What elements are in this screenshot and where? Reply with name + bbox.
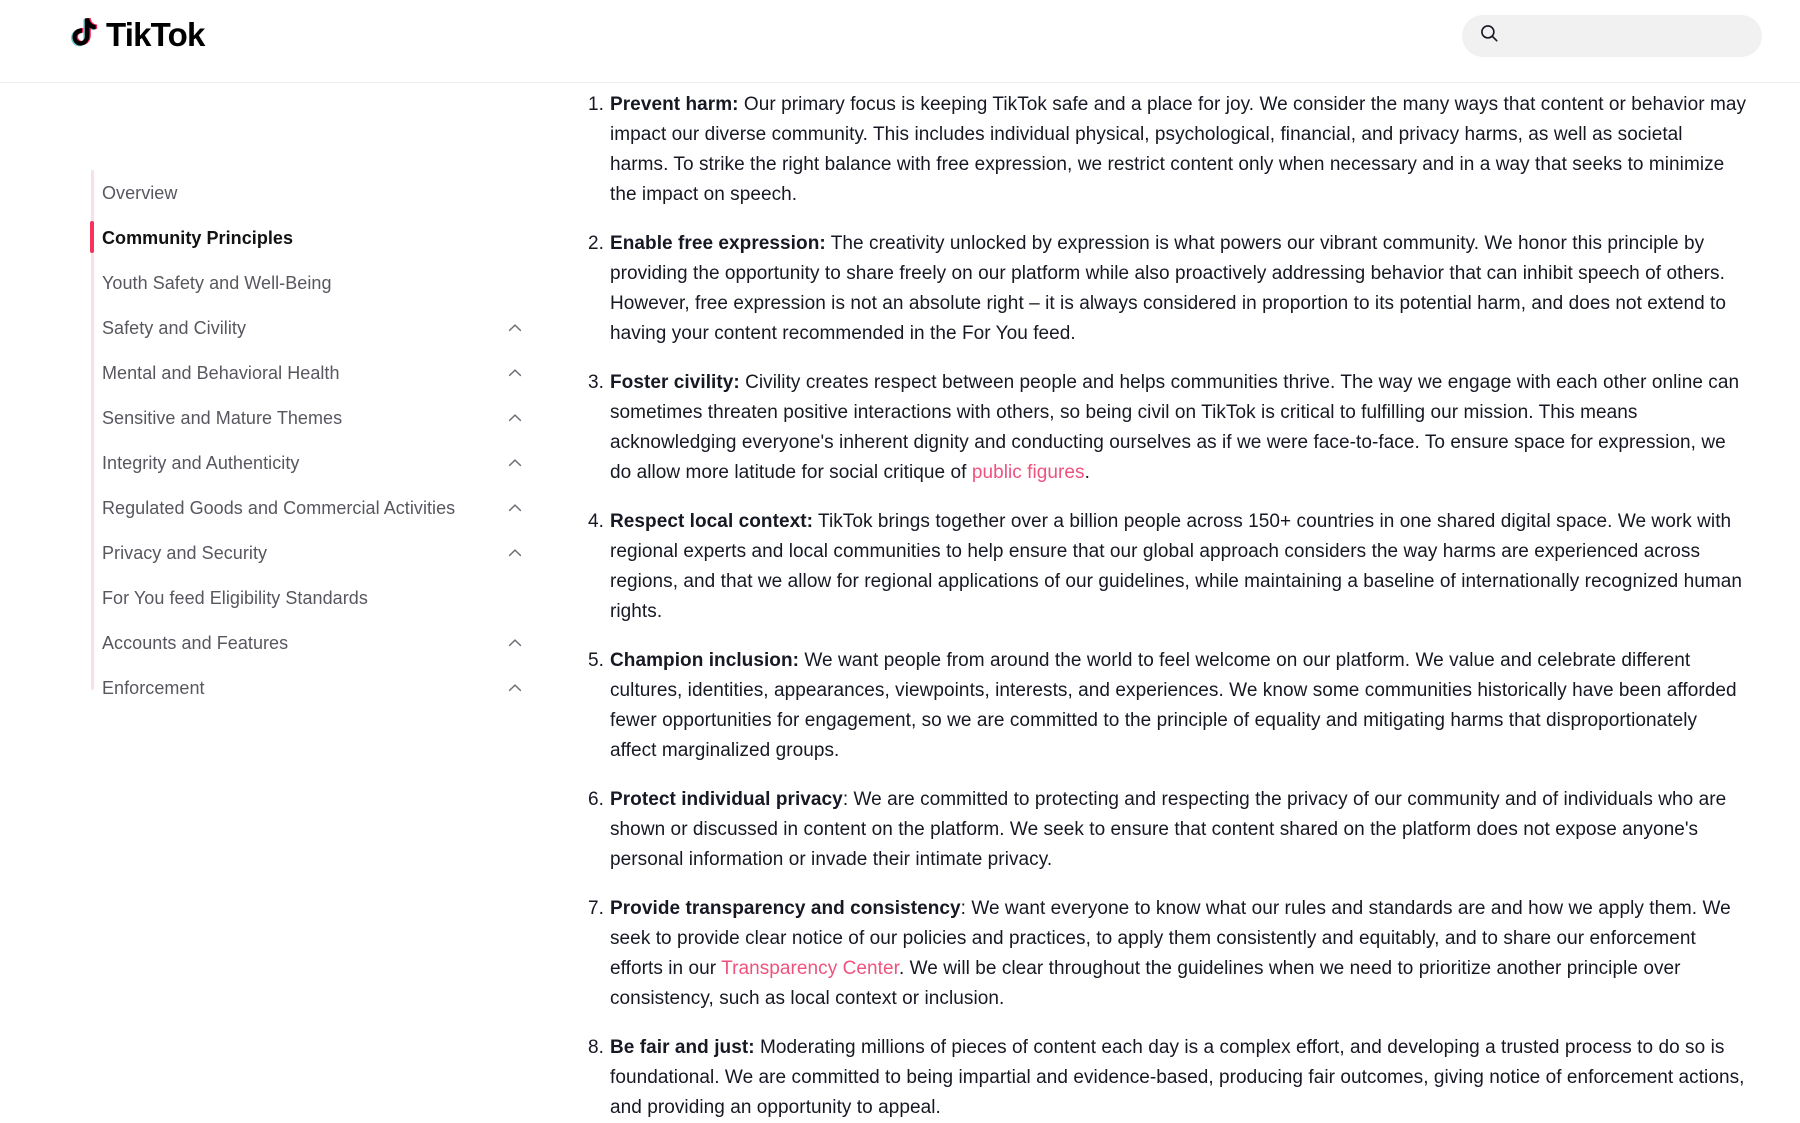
tiktok-note-icon: [68, 16, 102, 54]
search-input[interactable]: [1508, 27, 1728, 45]
sidebar-navigation: Overview Community Principles Youth Safe…: [90, 170, 537, 710]
sidebar-item-regulated-goods-and-commercial-activities[interactable]: Regulated Goods and Commercial Activitie…: [91, 485, 537, 530]
sidebar-item-enforcement[interactable]: Enforcement: [91, 665, 537, 710]
sidebar-item-privacy-and-security[interactable]: Privacy and Security: [91, 530, 537, 575]
sidebar-item-label: Integrity and Authenticity: [102, 452, 300, 473]
chevron-up-icon[interactable]: [505, 678, 523, 698]
chevron-up-icon[interactable]: [505, 633, 523, 653]
sidebar-item-integrity-and-authenticity[interactable]: Integrity and Authenticity: [91, 440, 537, 485]
list-item: Enable free expression: The creativity u…: [580, 229, 1746, 349]
principle-lead: Protect individual privacy: [610, 789, 843, 810]
transparency-center-link[interactable]: Transparency Center: [721, 958, 899, 979]
sidebar-item-label: Accounts and Features: [102, 632, 289, 653]
list-item: Foster civility: Civility creates respec…: [580, 368, 1746, 488]
sidebar-item-label: Overview: [102, 182, 178, 203]
sidebar-item-youth-safety-and-well-being[interactable]: Youth Safety and Well-Being: [91, 260, 537, 305]
sidebar-item-label: Enforcement: [102, 677, 205, 698]
search-icon: [1480, 24, 1499, 48]
principle-body: Our primary focus is keeping TikTok safe…: [610, 94, 1747, 205]
principle-body-tail: .: [1084, 462, 1090, 483]
list-item: Provide transparency and consistency: We…: [580, 894, 1746, 1014]
sidebar-item-safety-and-civility[interactable]: Safety and Civility: [91, 305, 537, 350]
principle-body: Civility creates respect between people …: [610, 372, 1740, 483]
site-header: TikTok: [0, 0, 1800, 83]
chevron-up-icon[interactable]: [505, 318, 523, 338]
list-item: Protect individual privacy: We are commi…: [580, 785, 1746, 875]
sidebar-item-label: Community Principles: [102, 227, 294, 248]
principle-lead: Be fair and just:: [610, 1037, 755, 1058]
sidebar-item-label: Youth Safety and Well-Being: [102, 272, 332, 293]
community-principles-list: Prevent harm: Our primary focus is keepi…: [566, 90, 1746, 1123]
page-body: Overview Community Principles Youth Safe…: [0, 84, 1800, 1118]
sidebar-item-sensitive-and-mature-themes[interactable]: Sensitive and Mature Themes: [91, 395, 537, 440]
sidebar-item-overview[interactable]: Overview: [91, 170, 537, 215]
principle-lead: Respect local context:: [610, 511, 813, 532]
public-figures-link[interactable]: public figures: [972, 462, 1085, 483]
list-item: Prevent harm: Our primary focus is keepi…: [580, 90, 1747, 210]
principle-lead: Enable free expression:: [610, 233, 826, 254]
principle-body: Moderating millions of pieces of content…: [610, 1037, 1745, 1118]
sidebar-item-label: Regulated Goods and Commercial Activitie…: [102, 497, 456, 518]
sidebar-item-label: For You feed Eligibility Standards: [102, 587, 368, 608]
sidebar-item-label: Safety and Civility: [102, 317, 247, 338]
sidebar-item-label: Mental and Behavioral Health: [102, 362, 340, 383]
principle-lead: Prevent harm:: [610, 94, 739, 115]
tiktok-logo[interactable]: TikTok: [68, 16, 206, 55]
sidebar-item-mental-and-behavioral-health[interactable]: Mental and Behavioral Health: [91, 350, 537, 395]
sidebar-item-accounts-and-features[interactable]: Accounts and Features: [91, 620, 537, 665]
chevron-up-icon[interactable]: [505, 453, 523, 473]
sidebar-item-community-principles[interactable]: Community Principles: [90, 215, 537, 260]
sidebar-item-for-you-feed-eligibility-standards[interactable]: For You feed Eligibility Standards: [91, 575, 537, 620]
search-box[interactable]: [1462, 15, 1762, 57]
principle-lead: Foster civility:: [610, 372, 740, 393]
chevron-up-icon[interactable]: [505, 498, 523, 518]
main-content: Prevent harm: Our primary focus is keepi…: [566, 84, 1746, 1123]
principle-lead: Provide transparency and consistency: [610, 898, 961, 919]
search-container: [1462, 15, 1762, 57]
tiktok-wordmark: TikTok: [105, 16, 206, 55]
sidebar-item-label: Sensitive and Mature Themes: [102, 407, 343, 428]
principle-lead: Champion inclusion:: [610, 650, 800, 671]
list-item: Champion inclusion: We want people from …: [580, 646, 1746, 766]
list-item: Be fair and just: Moderating millions of…: [580, 1033, 1746, 1123]
chevron-up-icon[interactable]: [505, 543, 523, 563]
chevron-up-icon[interactable]: [505, 408, 523, 428]
sidebar-item-label: Privacy and Security: [102, 542, 268, 563]
list-item: Respect local context: TikTok brings tog…: [580, 507, 1746, 627]
chevron-up-icon[interactable]: [505, 363, 523, 383]
